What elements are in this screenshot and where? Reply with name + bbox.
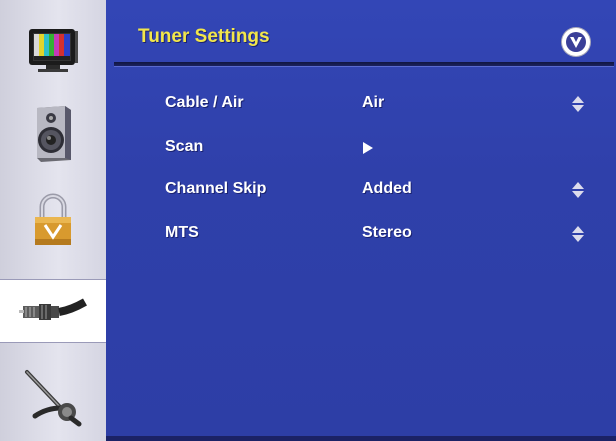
tool-setup-icon <box>25 370 82 427</box>
menu-row-value: Added <box>362 180 412 197</box>
updown-arrows-icon[interactable] <box>572 96 584 112</box>
updown-arrows-icon[interactable] <box>572 182 584 198</box>
updown-arrows-icon[interactable] <box>572 226 584 242</box>
menu-row-label: MTS <box>165 224 199 241</box>
sidebar-item-tuner[interactable] <box>0 279 106 343</box>
header-divider <box>114 62 614 66</box>
menu-row-scan[interactable]: Scan <box>106 132 616 162</box>
sidebar-item-picture[interactable] <box>0 16 106 84</box>
menu-row-value: Stereo <box>362 224 412 241</box>
menu-row-cable-air[interactable]: Cable / Air Air <box>106 88 616 118</box>
menu-row-mts[interactable]: MTS Stereo <box>106 218 616 248</box>
menu-row-label: Scan <box>165 138 204 155</box>
menu-category-sidebar <box>0 0 106 441</box>
sidebar-item-setup[interactable] <box>0 356 106 436</box>
page-title: Tuner Settings <box>138 26 270 47</box>
tuner-settings-panel: Tuner Settings Cable / Air Air Scan Chan… <box>106 0 616 441</box>
submenu-arrow-icon[interactable] <box>363 142 373 154</box>
sidebar-item-audio[interactable] <box>0 100 106 168</box>
sidebar-item-parental[interactable] <box>0 186 106 254</box>
vizio-v-logo-icon <box>562 28 590 56</box>
panel-bottom-edge <box>106 436 616 441</box>
menu-row-value: Air <box>362 94 385 111</box>
tv-picture-icon <box>29 29 78 72</box>
menu-row-label: Cable / Air <box>165 94 244 111</box>
speaker-audio-icon <box>37 106 71 162</box>
coax-cable-icon <box>19 298 87 320</box>
menu-row-label: Channel Skip <box>165 180 267 197</box>
menu-row-channel-skip[interactable]: Channel Skip Added <box>106 174 616 204</box>
panel-header: Tuner Settings <box>106 0 616 66</box>
tv-osd-screen: Tuner Settings Cable / Air Air Scan Chan… <box>0 0 616 441</box>
padlock-icon <box>35 193 71 245</box>
